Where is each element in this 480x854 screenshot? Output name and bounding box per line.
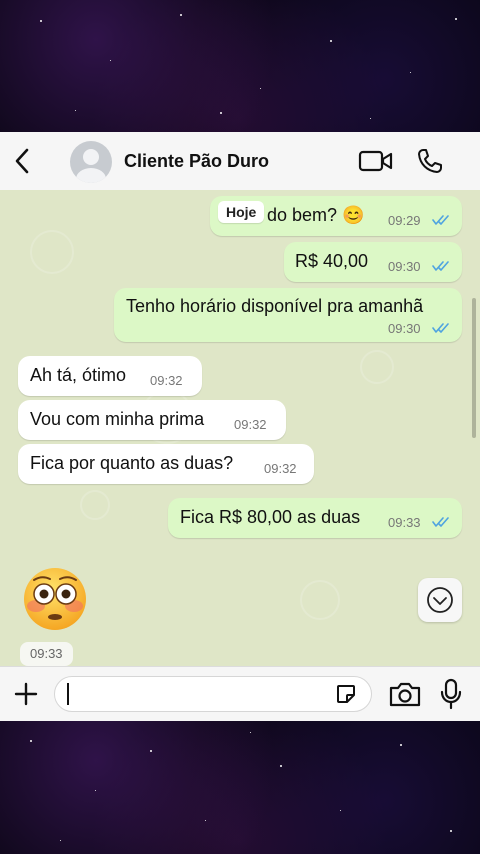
chat-header: Cliente Pão Duro bbox=[0, 132, 480, 191]
message-time: 09:32 bbox=[150, 373, 183, 388]
camera-icon[interactable] bbox=[388, 680, 422, 708]
message-outgoing[interactable]: Fica R$ 80,00 as duas 09:33 bbox=[168, 498, 462, 538]
chat-screen: Cliente Pão Duro do bem? 😊 09:29 Hoje R$… bbox=[0, 132, 480, 721]
message-outgoing[interactable]: Tenho horário disponível pra amanhã 09:3… bbox=[114, 288, 462, 342]
read-ticks-icon bbox=[432, 517, 449, 527]
message-time: 09:33 bbox=[20, 642, 73, 666]
message-incoming[interactable]: Ah tá, ótimo 09:32 bbox=[18, 356, 202, 396]
composer-bar bbox=[0, 666, 480, 721]
message-text: Fica R$ 80,00 as duas bbox=[180, 507, 361, 527]
background-starfield-top bbox=[0, 0, 480, 132]
flushed-face-emoji[interactable] bbox=[22, 566, 88, 632]
message-text: Fica por quanto as duas? bbox=[30, 453, 234, 473]
read-ticks-icon bbox=[432, 215, 449, 225]
plus-icon[interactable] bbox=[14, 682, 38, 706]
message-text: R$ 40,00 bbox=[295, 251, 369, 271]
message-time: 09:32 bbox=[234, 417, 267, 432]
text-caret bbox=[67, 683, 69, 705]
message-incoming[interactable]: Vou com minha prima 09:32 bbox=[18, 400, 286, 440]
read-ticks-icon bbox=[432, 261, 449, 271]
contact-name[interactable]: Cliente Pão Duro bbox=[124, 151, 269, 172]
message-time: 09:33 bbox=[388, 515, 421, 530]
message-input[interactable] bbox=[54, 676, 372, 712]
microphone-icon[interactable] bbox=[440, 678, 462, 710]
message-time: 09:30 bbox=[388, 259, 421, 274]
sticker-icon[interactable] bbox=[335, 683, 357, 705]
message-outgoing[interactable]: R$ 40,00 09:30 bbox=[284, 242, 462, 282]
message-text: Ah tá, ótimo bbox=[30, 365, 127, 385]
message-list[interactable]: do bem? 😊 09:29 Hoje R$ 40,00 09:30 Tenh… bbox=[0, 190, 480, 666]
message-text: Tenho horário disponível pra amanhã bbox=[126, 296, 424, 316]
message-time: 09:29 bbox=[388, 213, 421, 228]
background-starfield-bottom bbox=[0, 720, 480, 854]
video-call-icon[interactable] bbox=[358, 149, 394, 173]
read-ticks-icon bbox=[432, 323, 449, 333]
scroll-to-bottom-button[interactable] bbox=[418, 578, 462, 622]
message-time: 09:32 bbox=[264, 461, 297, 476]
scrollbar[interactable] bbox=[472, 298, 476, 438]
message-text: do bem? 😊 bbox=[267, 205, 365, 225]
phone-call-icon[interactable] bbox=[416, 147, 444, 175]
chevron-left-icon[interactable] bbox=[12, 146, 34, 176]
chevron-down-icon bbox=[427, 587, 453, 613]
avatar[interactable] bbox=[70, 141, 112, 183]
date-label: Hoje bbox=[218, 201, 265, 223]
message-time: 09:30 bbox=[388, 321, 421, 336]
message-text: Vou com minha prima bbox=[30, 409, 205, 429]
message-incoming[interactable]: Fica por quanto as duas? 09:32 bbox=[18, 444, 314, 484]
